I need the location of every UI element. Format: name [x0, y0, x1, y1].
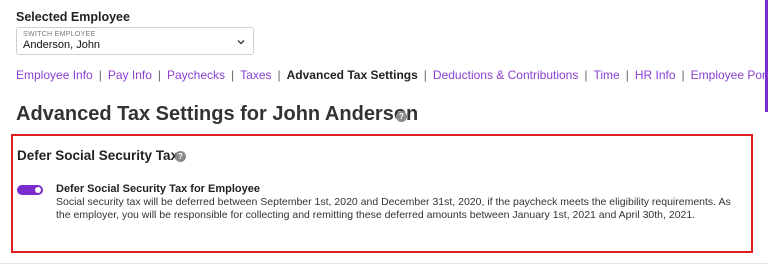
- nav-separator: |: [584, 68, 588, 82]
- defer-ss-tax-toggle[interactable]: [17, 185, 43, 195]
- nav-separator: |: [625, 68, 629, 82]
- nav-time[interactable]: Time: [593, 68, 619, 82]
- chevron-down-icon: [237, 40, 245, 45]
- switch-employee-select[interactable]: SWITCH EMPLOYEE Anderson, John: [16, 27, 254, 55]
- employee-nav: Employee Info | Pay Info | Paychecks | Taxes | A…: [16, 68, 768, 84]
- nav-deductions-contributions[interactable]: Deductions & Contributions: [433, 68, 578, 82]
- nav-hr-info[interactable]: HR Info: [635, 68, 676, 82]
- nav-separator: |: [98, 68, 102, 82]
- nav-taxes[interactable]: Taxes: [240, 68, 271, 82]
- help-icon[interactable]: ?: [175, 151, 186, 162]
- switch-employee-value: Anderson, John: [23, 39, 101, 51]
- nav-employee-info[interactable]: Employee Info: [16, 68, 93, 82]
- nav-separator: |: [681, 68, 685, 82]
- page-title: Advanced Tax Settings for John Anderson: [16, 103, 419, 125]
- help-icon[interactable]: ?: [396, 111, 407, 122]
- section-title: Defer Social Security Tax: [17, 148, 179, 163]
- nav-employee-portal[interactable]: Employee Portal: [691, 68, 768, 82]
- selected-employee-label: Selected Employee: [16, 10, 130, 24]
- toggle-knob: [35, 187, 41, 193]
- setting-description: Social security tax will be deferred bet…: [56, 196, 731, 221]
- setting-name: Defer Social Security Tax for Employee: [56, 183, 260, 195]
- nav-paychecks[interactable]: Paychecks: [167, 68, 225, 82]
- nav-pay-info[interactable]: Pay Info: [108, 68, 152, 82]
- switch-employee-caption: SWITCH EMPLOYEE: [23, 31, 96, 38]
- nav-advanced-tax-settings[interactable]: Advanced Tax Settings: [287, 68, 418, 82]
- nav-separator: |: [231, 68, 235, 82]
- nav-separator: |: [423, 68, 427, 82]
- divider: [0, 263, 768, 264]
- nav-separator: |: [277, 68, 281, 82]
- nav-separator: |: [157, 68, 161, 82]
- advanced-tax-settings-page: Selected Employee SWITCH EMPLOYEE Anders…: [0, 0, 768, 276]
